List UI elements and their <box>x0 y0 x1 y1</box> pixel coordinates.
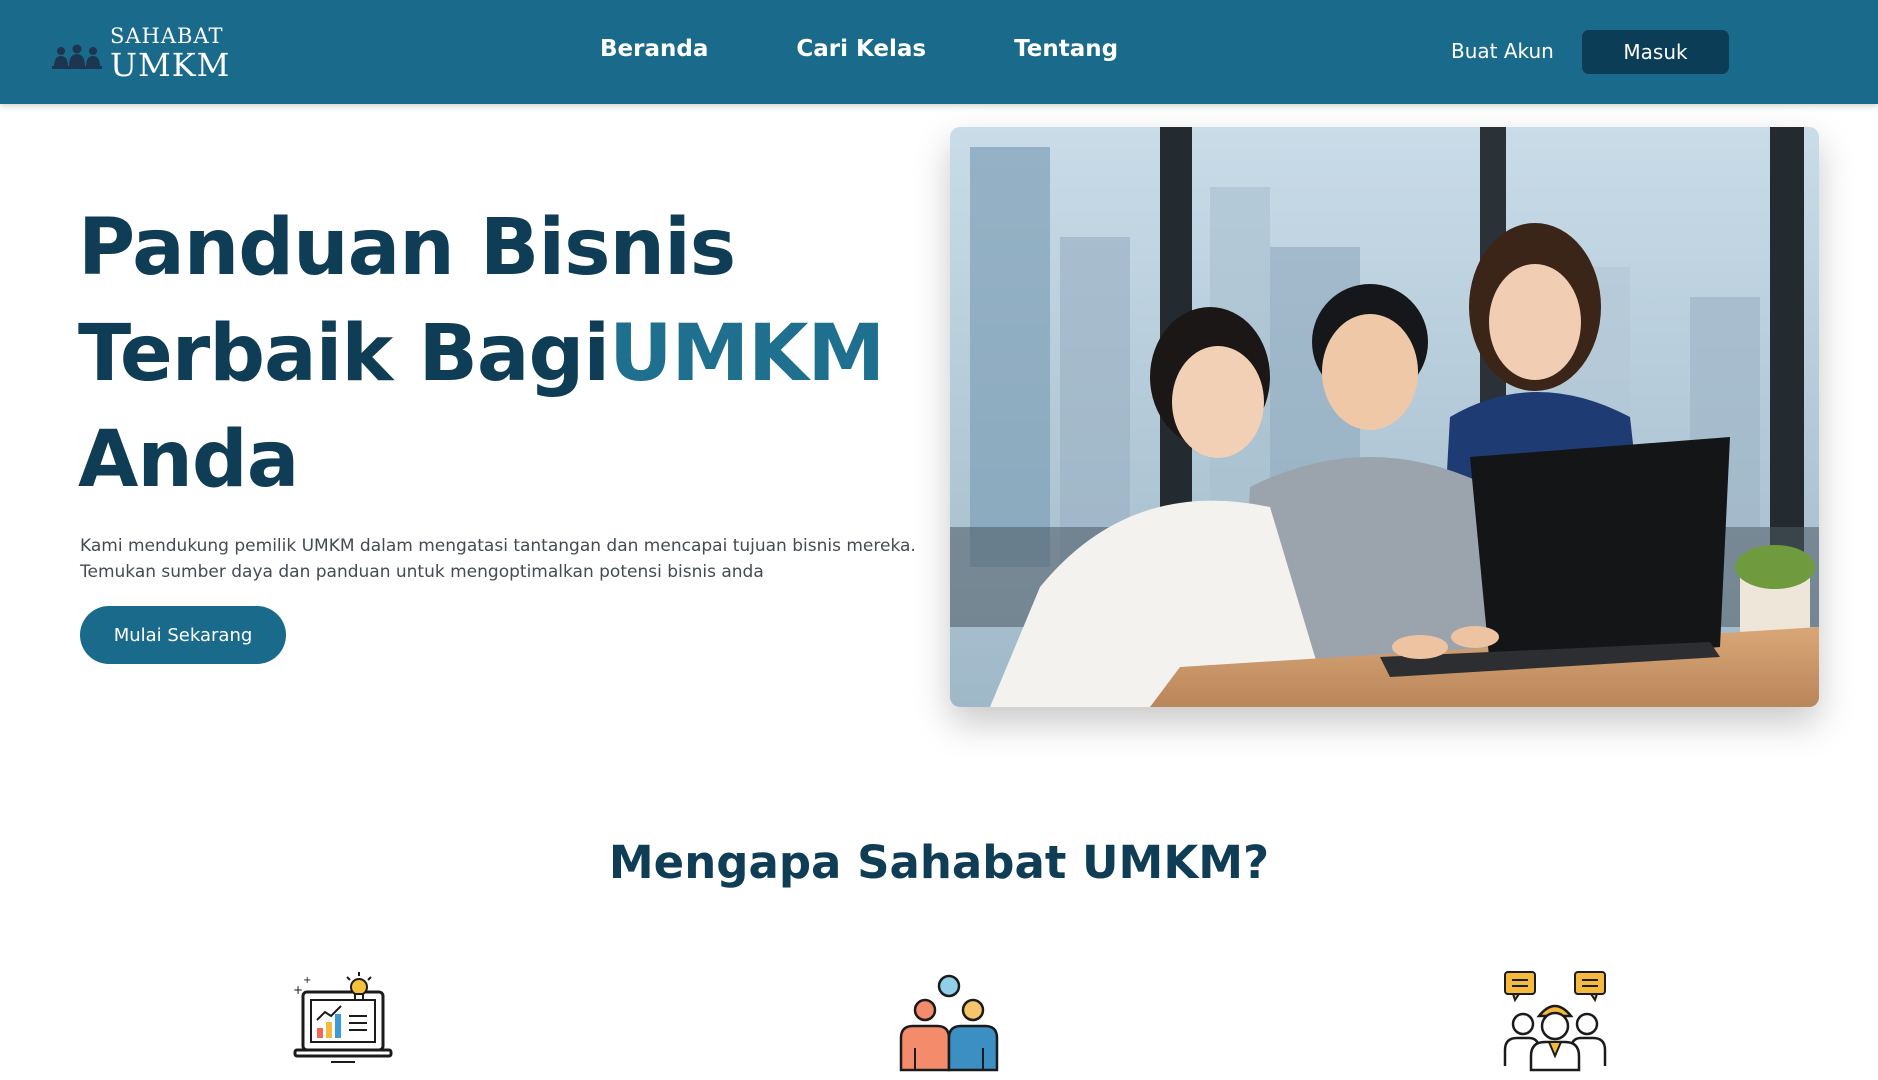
why-section-title: Mengapa Sahabat UMKM? <box>608 836 1270 889</box>
brand-name-bottom: UMKM <box>110 46 231 84</box>
nav-link-beranda[interactable]: Beranda <box>600 36 708 62</box>
hero-description: Kami mendukung pemilik UMKM dalam mengat… <box>80 533 970 585</box>
hero-title-accent: UMKM <box>609 309 885 399</box>
laptop-chart-lightbulb-icon: + + <box>293 972 393 1063</box>
hero-description-line-2: Temukan sumber daya dan panduan untuk me… <box>80 562 764 582</box>
svg-text:+: + <box>293 983 303 997</box>
hero-title-end: Anda <box>78 415 299 505</box>
login-button[interactable]: Masuk <box>1582 30 1729 74</box>
brand-name-top: SAHABAT <box>110 24 224 48</box>
brand-wordmark: SAHABAT UMKM <box>110 24 231 84</box>
create-account-link[interactable]: Buat Akun <box>1451 39 1554 63</box>
community-people-icon <box>899 974 999 1072</box>
main-nav: Beranda Cari Kelas Tentang <box>600 36 1118 62</box>
top-navbar: SAHABAT UMKM Beranda Cari Kelas Tentang … <box>0 0 1878 104</box>
nav-link-cari-kelas[interactable]: Cari Kelas <box>796 36 926 62</box>
hero-description-line-1: Kami mendukung pemilik UMKM dalam mengat… <box>80 536 916 556</box>
hero-title: Panduan Bisnis Terbaik BagiUMKM Anda <box>78 195 938 513</box>
colleagues-laptop-illustration <box>950 127 1819 707</box>
svg-text:+: + <box>303 975 311 986</box>
start-now-button[interactable]: Mulai Sekarang <box>80 606 286 664</box>
nav-link-tentang[interactable]: Tentang <box>1014 36 1118 62</box>
consultation-people-chat-icon <box>1503 971 1607 1072</box>
people-group-icon <box>52 44 102 69</box>
hero-photo <box>950 127 1819 707</box>
brand-logo[interactable]: SAHABAT UMKM <box>52 26 230 81</box>
